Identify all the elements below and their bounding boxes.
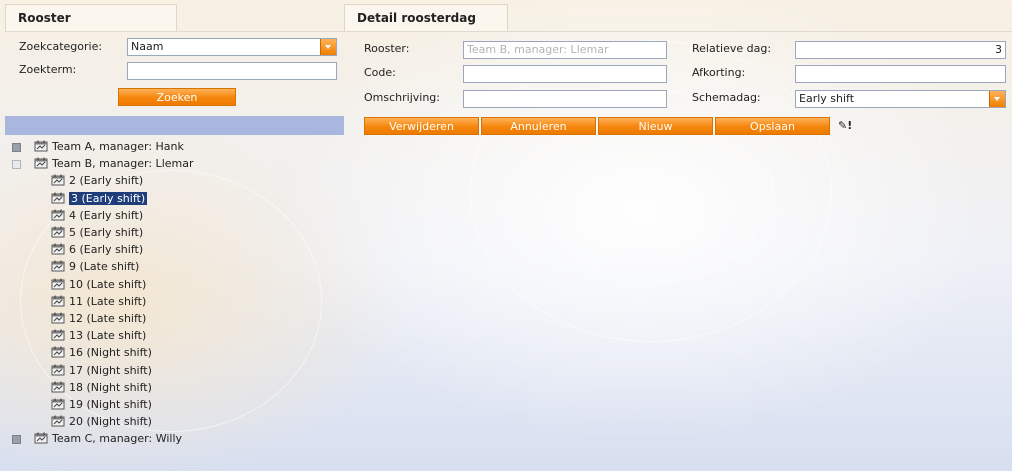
verwijderen-button[interactable]: Verwijderen: [364, 117, 479, 135]
tab-divider: [344, 31, 1012, 32]
tree-node-label: 2 (Early shift): [69, 174, 144, 187]
zoekterm-label: Zoekterm:: [19, 63, 77, 76]
tree-day-node[interactable]: 4 (Early shift): [51, 207, 143, 224]
omschrijving-input[interactable]: [463, 90, 667, 108]
calendar-icon: [51, 260, 65, 272]
expand-icon[interactable]: [12, 143, 21, 152]
tree-node-label: 19 (Night shift): [69, 398, 152, 411]
tree-day-node[interactable]: 16 (Night shift): [51, 344, 152, 361]
edit-pencil-icon: ✎!: [838, 119, 853, 132]
relatieve-dag-label: Relatieve dag:: [692, 42, 772, 55]
tree-day-node[interactable]: 2 (Early shift): [51, 172, 143, 189]
calendar-icon: [51, 174, 65, 186]
tree-node-label: 6 (Early shift): [69, 243, 144, 256]
tree-day-node[interactable]: 5 (Early shift): [51, 224, 143, 241]
calendar-icon: [34, 140, 48, 152]
tab-detail-roosterdag[interactable]: Detail roosterdag: [344, 4, 508, 32]
calendar-icon: [51, 226, 65, 238]
calendar-icon: [51, 278, 65, 290]
calendar-icon: [51, 415, 65, 427]
calendar-icon: [34, 432, 48, 444]
rooster-field: Team B, manager: Llemar: [463, 41, 667, 59]
calendar-icon: [51, 192, 65, 204]
tree-team-node[interactable]: Team A, manager: Hank: [34, 138, 184, 155]
chevron-down-icon[interactable]: [320, 39, 336, 55]
tree-node-label: 10 (Late shift): [69, 278, 147, 291]
chevron-down-icon[interactable]: [989, 91, 1005, 107]
tree-node-label: Team B, manager: Llemar: [52, 157, 194, 170]
rooster-label: Rooster:: [364, 42, 410, 55]
zoekcategorie-label: Zoekcategorie:: [19, 40, 103, 53]
code-input[interactable]: [463, 65, 667, 83]
calendar-icon: [51, 312, 65, 324]
tree-day-node[interactable]: 17 (Night shift): [51, 362, 152, 379]
zoeken-button[interactable]: Zoeken: [118, 88, 236, 106]
calendar-icon: [51, 329, 65, 341]
tree-day-node[interactable]: 6 (Early shift): [51, 241, 143, 258]
tree-node-label: Team A, manager: Hank: [52, 140, 184, 153]
calendar-icon: [51, 209, 65, 221]
tree-node-label: 5 (Early shift): [69, 226, 144, 239]
tree-node-label: Team C, manager: Willy: [52, 432, 183, 445]
calendar-icon: [51, 243, 65, 255]
rooster-pane: Rooster Zoekcategorie: Naam Zoekterm: Zo…: [0, 0, 344, 471]
tree-node-label: 20 (Night shift): [69, 415, 152, 428]
tab-rooster[interactable]: Rooster: [5, 4, 177, 32]
tree-node-label: 4 (Early shift): [69, 209, 144, 222]
tree-node-label: 13 (Late shift): [69, 329, 147, 342]
tree-day-node[interactable]: 10 (Late shift): [51, 276, 146, 293]
tree-node-label: 12 (Late shift): [69, 312, 147, 325]
calendar-icon: [51, 295, 65, 307]
schemadag-label: Schemadag:: [692, 91, 761, 104]
tree-day-node[interactable]: 13 (Late shift): [51, 327, 146, 344]
afkorting-input[interactable]: [795, 65, 1006, 83]
calendar-icon: [51, 346, 65, 358]
tree-day-node[interactable]: 9 (Late shift): [51, 258, 139, 275]
code-label: Code:: [364, 66, 396, 79]
zoekcategorie-value: Naam: [131, 40, 164, 53]
omschrijving-label: Omschrijving:: [364, 91, 440, 104]
tree-node-label: 3 (Early shift): [69, 192, 148, 205]
tree-node-label: 11 (Late shift): [69, 295, 147, 308]
zoekterm-input[interactable]: [127, 62, 337, 80]
tree-day-node[interactable]: 12 (Late shift): [51, 310, 146, 327]
afkorting-label: Afkorting:: [692, 66, 746, 79]
calendar-icon: [34, 157, 48, 169]
collapse-icon[interactable]: [12, 160, 21, 169]
tab-divider: [5, 31, 344, 32]
tree-day-node[interactable]: 20 (Night shift): [51, 413, 152, 430]
tree-node-label: 9 (Late shift): [69, 260, 140, 273]
tree-node-label: 17 (Night shift): [69, 364, 152, 377]
calendar-icon: [51, 364, 65, 376]
schemadag-select[interactable]: Early shift: [795, 90, 1006, 108]
tree-node-label: 18 (Night shift): [69, 381, 152, 394]
tree-team-node[interactable]: Team B, manager: Llemar: [34, 155, 194, 172]
schemadag-value: Early shift: [799, 92, 855, 105]
annuleren-button[interactable]: Annuleren: [481, 117, 596, 135]
tree-team-node[interactable]: Team C, manager: Willy: [34, 430, 182, 447]
calendar-icon: [51, 381, 65, 393]
nieuw-button[interactable]: Nieuw: [598, 117, 713, 135]
relatieve-dag-input[interactable]: 3: [795, 41, 1006, 59]
opslaan-button[interactable]: Opslaan: [715, 117, 830, 135]
zoekcategorie-select[interactable]: Naam: [127, 38, 337, 56]
tree-header-bar: [5, 116, 344, 135]
tree-day-node[interactable]: 19 (Night shift): [51, 396, 152, 413]
expand-icon[interactable]: [12, 435, 21, 444]
tree-day-node[interactable]: 3 (Early shift): [51, 190, 148, 207]
tree-day-node[interactable]: 18 (Night shift): [51, 379, 152, 396]
tree-day-node[interactable]: 11 (Late shift): [51, 293, 146, 310]
tree-node-label: 16 (Night shift): [69, 346, 152, 359]
calendar-icon: [51, 398, 65, 410]
